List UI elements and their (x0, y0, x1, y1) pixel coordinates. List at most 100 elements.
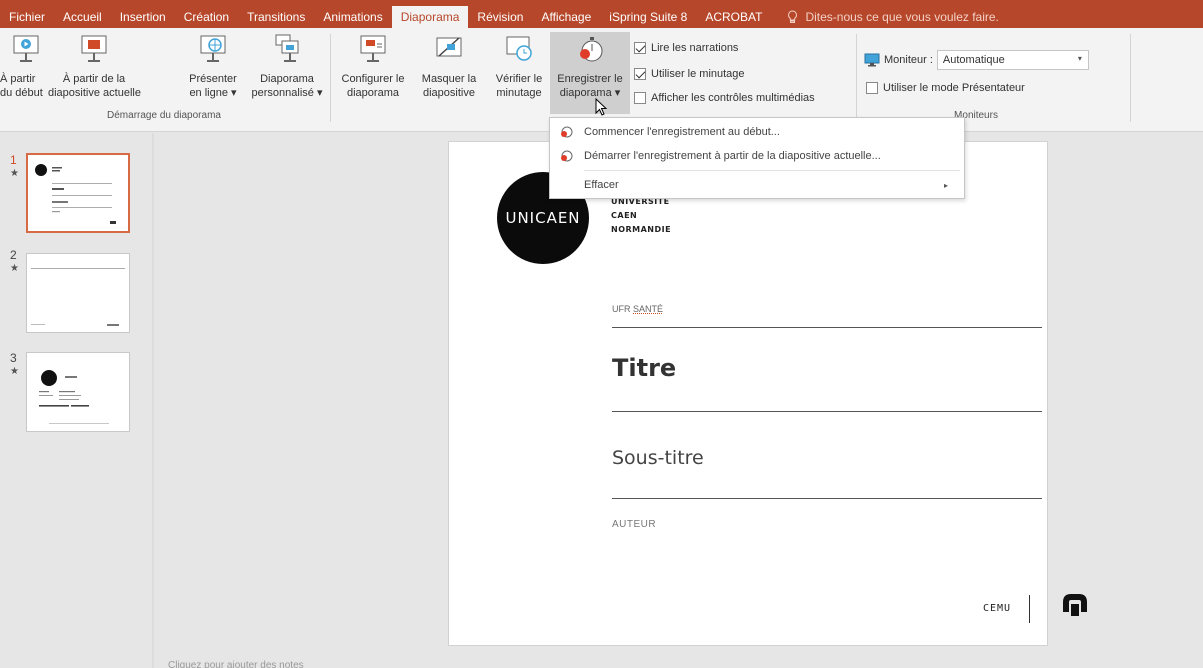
tell-me-text: Dites-nous ce que vous voulez faire. (805, 10, 999, 24)
menu-item-clear[interactable]: Effacer ▸ (550, 173, 964, 197)
slide-subtitle[interactable]: Sous-titre (612, 447, 704, 469)
tab-insertion[interactable]: Insertion (111, 6, 175, 28)
slide-thumbnail-1[interactable] (26, 153, 130, 233)
hide-slide-icon (436, 37, 462, 57)
group-label-start: Démarrage du diaporama (107, 110, 221, 121)
chevron-down-icon: ▾ (1077, 54, 1082, 63)
checkbox-box[interactable] (634, 68, 646, 80)
setup-show-button[interactable]: Configurer le diaporama (333, 32, 413, 100)
cursor-icon (595, 98, 608, 116)
presenter-view-checkbox[interactable]: Utiliser le mode Présentateur (866, 82, 1025, 94)
pane-separator (152, 133, 154, 668)
tab-acrobat[interactable]: ACROBAT (696, 6, 771, 28)
use-timings-checkbox[interactable]: Utiliser le minutage (634, 68, 745, 80)
numerique-logo (1063, 594, 1087, 616)
tab-revision[interactable]: Révision (468, 6, 532, 28)
monitor-select[interactable]: Automatique ▾ (936, 50, 1089, 70)
record-icon (561, 126, 573, 138)
ribbon-tab-bar: Fichier Accueil Insertion Création Trans… (0, 0, 1203, 28)
slide-canvas[interactable]: UNICAEN UNIVERSITÉ CAEN NORMANDIE UFR SA… (448, 141, 1087, 646)
logo-separator (1029, 595, 1030, 623)
checkbox-box[interactable] (866, 82, 878, 94)
record-dropdown-menu: Commencer l'enregistrement au début... D… (549, 117, 965, 199)
university-name: UNIVERSITÉ CAEN NORMANDIE (611, 195, 671, 237)
ufr-label[interactable]: UFR SANTÉ (612, 304, 663, 314)
hide-slide-label: Masquer la diapositive (421, 73, 477, 99)
present-online-button[interactable]: Présenter en ligne ▾ (180, 32, 246, 100)
play-narrations-label: Lire les narrations (651, 42, 739, 54)
slideshow-current-icon (81, 35, 107, 62)
slide-3-preview (39, 370, 109, 424)
start-from-beginning-button[interactable]: À partir du début (0, 32, 52, 100)
animation-star-icon: ★ (10, 263, 19, 274)
tell-me-search[interactable]: Dites-nous ce que vous voulez faire. (777, 6, 1007, 28)
group-separator (1130, 34, 1131, 122)
animation-star-icon: ★ (10, 366, 19, 377)
divider-line (612, 498, 1042, 499)
divider-line (612, 411, 1042, 412)
tab-ispring[interactable]: iSpring Suite 8 (600, 6, 696, 28)
menu-item-record-from-current[interactable]: Démarrer l'enregistrement à partir de la… (550, 144, 964, 168)
show-media-controls-label: Afficher les contrôles multimédias (651, 92, 815, 104)
thumbnail-number: 1 (10, 153, 17, 167)
setup-show-label: Configurer le diaporama (341, 73, 405, 99)
use-timings-label: Utiliser le minutage (651, 68, 745, 80)
record-slideshow-button[interactable]: Enregistrer le diaporama ▾ (550, 32, 630, 114)
record-stopwatch-icon (580, 37, 603, 62)
tab-transitions[interactable]: Transitions (238, 6, 314, 28)
tab-affichage[interactable]: Affichage (532, 6, 600, 28)
slide-thumbnail-3[interactable] (26, 352, 130, 432)
logo-text: UNICAEN (505, 209, 581, 227)
show-media-controls-checkbox[interactable]: Afficher les contrôles multimédias (634, 92, 815, 104)
start-from-current-label: À partir de la diapositive actuelle (48, 73, 141, 99)
slideshow-start-icon (13, 35, 39, 62)
notes-bar (154, 656, 1203, 668)
record-icon (561, 150, 573, 162)
tab-animations[interactable]: Animations (314, 6, 391, 28)
presenter-view-label: Utiliser le mode Présentateur (883, 82, 1025, 94)
monitor-row: Moniteur : Automatique ▾ (864, 50, 1089, 70)
menu-item-label: Démarrer l'enregistrement à partir de la… (584, 150, 881, 162)
group-separator (330, 34, 331, 122)
slide-1-preview (35, 164, 116, 224)
rehearse-timings-icon (506, 36, 532, 61)
start-from-beginning-label: À partir du début (0, 73, 43, 99)
hide-slide-button[interactable]: Masquer la diapositive (414, 32, 484, 100)
animation-star-icon: ★ (10, 168, 19, 179)
checkbox-box[interactable] (634, 42, 646, 54)
thumbnail-number: 3 (10, 351, 17, 365)
present-online-label: Présenter en ligne ▾ (189, 73, 237, 99)
rehearse-timings-button[interactable]: Vérifier le minutage (488, 32, 550, 100)
thumbnail-number: 2 (10, 248, 17, 262)
play-narrations-checkbox[interactable]: Lire les narrations (634, 42, 738, 54)
rehearse-timings-label: Vérifier le minutage (495, 73, 543, 99)
cemu-logo: CEMU (983, 603, 1012, 614)
menu-item-record-from-beginning[interactable]: Commencer l'enregistrement au début... (550, 120, 964, 144)
monitor-select-value: Automatique (942, 54, 1005, 66)
record-slideshow-label: Enregistrer le diaporama ▾ (557, 73, 623, 99)
divider-line (612, 327, 1042, 328)
custom-show-button[interactable]: Diaporama personnalisé ▾ (250, 32, 324, 100)
slide-title[interactable]: Titre (612, 354, 676, 382)
monitor-label: Moniteur : (884, 54, 933, 66)
custom-show-icon (275, 34, 299, 62)
notes-placeholder[interactable]: Cliquez pour ajouter des notes (168, 660, 304, 668)
chevron-right-icon: ▸ (943, 180, 948, 190)
group-separator (856, 34, 857, 122)
slide-author[interactable]: AUTEUR (612, 519, 656, 530)
checkbox-box[interactable] (634, 92, 646, 104)
custom-show-label: Diaporama personnalisé ▾ (251, 73, 323, 99)
lightbulb-icon (788, 10, 798, 23)
ufr-word: SANTÉ (633, 304, 664, 314)
start-from-current-button[interactable]: À partir de la diapositive actuelle (48, 32, 141, 100)
menu-item-label: Effacer (584, 179, 619, 191)
university-line: CAEN (611, 211, 638, 220)
slide-thumbnail-2[interactable] (26, 253, 130, 333)
tab-accueil[interactable]: Accueil (54, 6, 111, 28)
slide-2-preview (31, 268, 125, 326)
tab-creation[interactable]: Création (175, 6, 238, 28)
monitor-icon (864, 53, 880, 67)
tab-fichier[interactable]: Fichier (0, 6, 54, 28)
setup-show-icon (360, 35, 386, 62)
tab-diaporama[interactable]: Diaporama (391, 6, 469, 28)
